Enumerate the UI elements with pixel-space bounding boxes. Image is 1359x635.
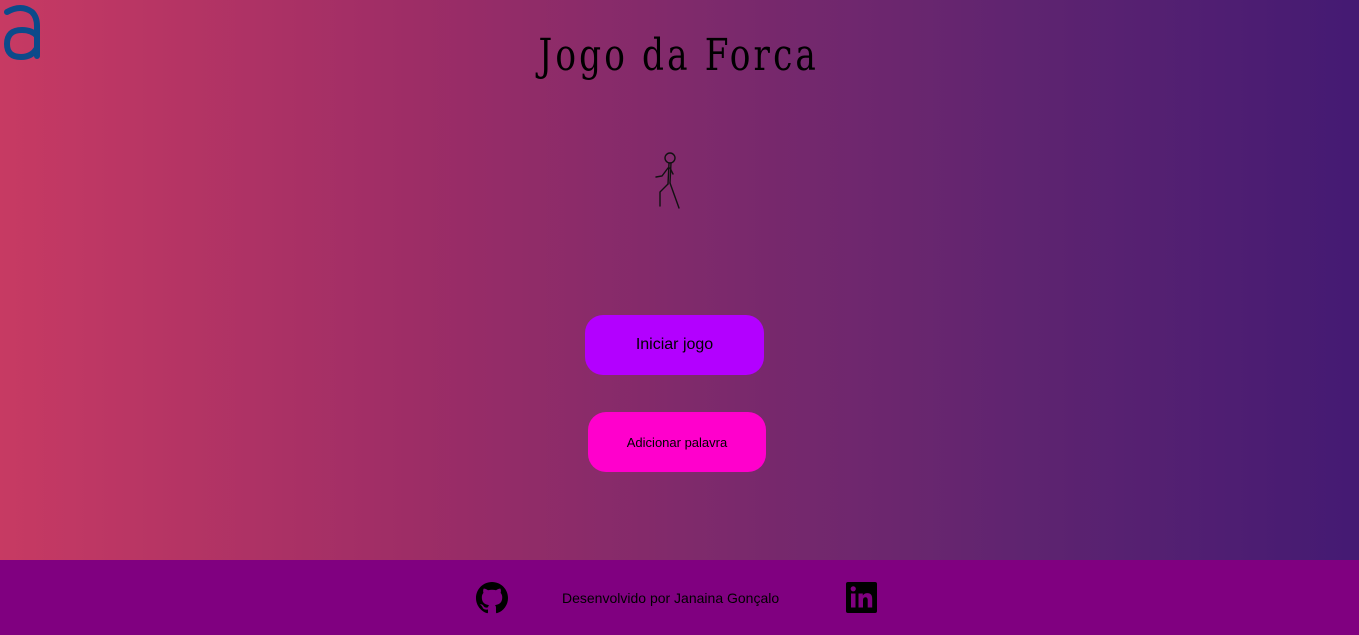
start-game-button[interactable]: Iniciar jogo [585, 315, 764, 375]
page-title: Jogo da Forca [538, 30, 820, 81]
linkedin-icon[interactable] [846, 582, 877, 613]
stick-figure-icon [655, 152, 680, 209]
alura-logo-icon[interactable] [2, 2, 40, 62]
footer: Desenvolvido por Janaina Gonçalo [0, 560, 1359, 635]
developer-credit: Desenvolvido por Janaina Gonçalo [562, 590, 780, 606]
github-icon[interactable] [476, 582, 508, 614]
main-area: Jogo da Forca Iniciar jogo Adicionar pal… [0, 0, 1359, 560]
add-word-button[interactable]: Adicionar palavra [588, 412, 766, 472]
